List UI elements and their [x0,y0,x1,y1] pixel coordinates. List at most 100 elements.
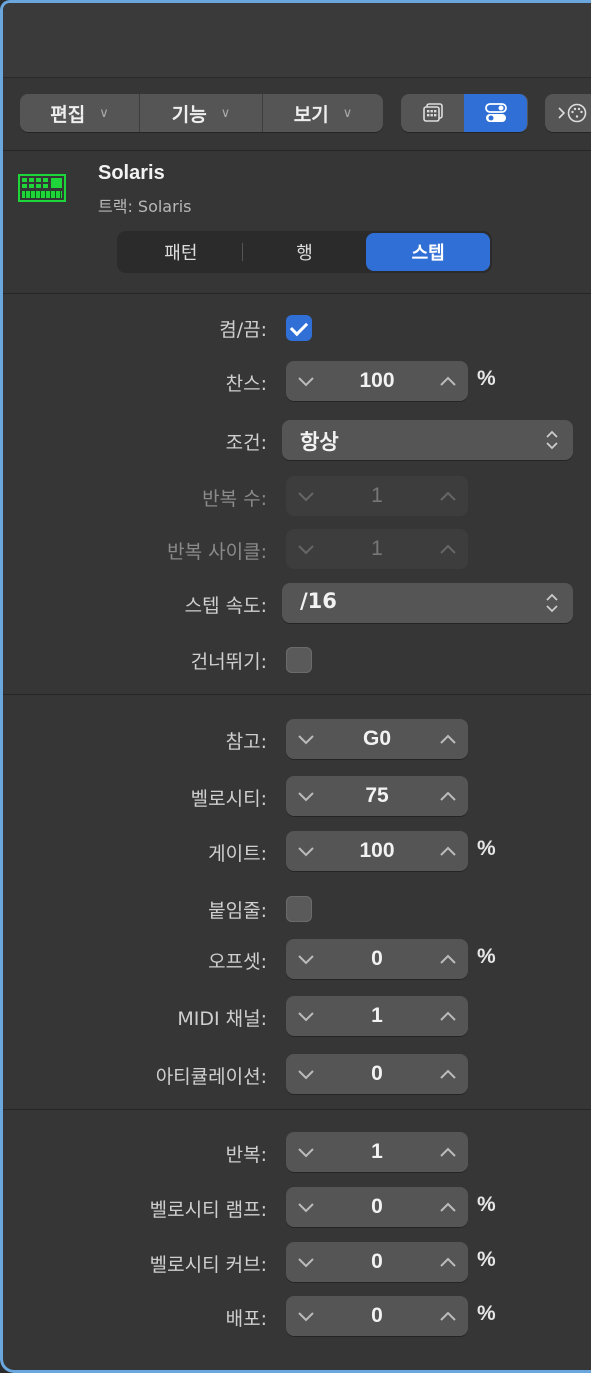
on-off-checkbox[interactable] [286,315,312,341]
decrement-button[interactable] [286,1054,326,1094]
chance-unit: % [477,367,496,390]
decrement-button[interactable] [286,1242,326,1282]
condition-value: 항상 [300,430,339,454]
inspector-toggle-button[interactable] [464,94,527,132]
repeat-row: 반복: 1 [3,1132,591,1172]
increment-button[interactable] [428,831,468,871]
track-name: Solaris [98,162,165,184]
tie-checkbox[interactable] [286,896,312,922]
decrement-button[interactable] [286,529,326,569]
condition-row: 조건: 항상 [3,420,591,460]
decrement-button[interactable] [286,831,326,871]
note-row: 참고: G0 [3,719,591,759]
increment-button[interactable] [428,1242,468,1282]
velocity-ramp-stepper[interactable]: 0 [286,1187,468,1227]
functions-menu[interactable]: 기능 ∨ [140,94,263,132]
chevron-down-icon [298,1312,314,1322]
decrement-button[interactable] [286,1187,326,1227]
decrement-button[interactable] [286,1132,326,1172]
decrement-button[interactable] [286,361,326,401]
gate-row: 게이트: 100 % [3,831,591,871]
velocity-curve-stepper[interactable]: 0 [286,1242,468,1282]
gate-unit: % [477,837,496,860]
grid-view-button[interactable] [401,94,464,132]
on-off-label: 켬/끔: [219,319,267,341]
chevron-down-icon: ∨ [99,105,109,121]
edit-menu[interactable]: 편집 ∨ [20,94,140,132]
increment-button[interactable] [428,529,468,569]
increment-button[interactable] [428,719,468,759]
repeat-cycle-row: 반복 사이클: 1 [3,529,591,569]
decrement-button[interactable] [286,996,326,1036]
offset-value: 0 [371,947,383,970]
spread-stepper[interactable]: 0 [286,1296,468,1336]
chevron-up-icon [440,376,456,386]
condition-popup[interactable]: 항상 [282,420,573,460]
chevron-up-icon [440,954,456,964]
midi-connector-icon [558,103,587,123]
articulation-row: 아티큘레이션: 0 [3,1054,591,1094]
chevron-down-icon: ∨ [342,105,353,121]
increment-button[interactable] [428,1187,468,1227]
gate-label: 게이트: [208,843,267,865]
midi-channel-label: MIDI 채널: [177,1008,267,1030]
decrement-button[interactable] [286,719,326,759]
decrement-button[interactable] [286,939,326,979]
chevron-down-icon [298,1148,314,1158]
chance-stepper[interactable]: 100 [286,361,468,401]
decrement-button[interactable] [286,476,326,516]
increment-button[interactable] [428,939,468,979]
velocity-ramp-value: 0 [371,1195,383,1218]
articulation-stepper[interactable]: 0 [286,1054,468,1094]
chevron-down-icon [298,792,314,802]
view-menu-label: 보기 [293,103,329,126]
note-stepper[interactable]: G0 [286,719,468,759]
menu-group: 편집 ∨ 기능 ∨ 보기 ∨ [20,94,383,132]
gate-value: 100 [359,839,395,862]
increment-button[interactable] [428,1132,468,1172]
track-header: Solaris 트랙: Solaris 패턴 행 스텝 [3,152,591,294]
skip-checkbox[interactable] [286,647,312,673]
up-down-chevron-icon [546,593,558,613]
repeat-stepper[interactable]: 1 [286,1132,468,1172]
increment-button[interactable] [428,996,468,1036]
decrement-button[interactable] [286,1296,326,1336]
offset-unit: % [477,945,496,968]
velocity-ramp-unit: % [477,1193,496,1216]
increment-button[interactable] [428,1054,468,1094]
velocity-curve-label: 벨로시티 커브: [149,1254,267,1276]
offset-stepper[interactable]: 0 [286,939,468,979]
increment-button[interactable] [428,776,468,816]
increment-button[interactable] [428,476,468,516]
chevron-down-icon [298,545,314,555]
decrement-button[interactable] [286,776,326,816]
chevron-down-icon [298,1258,314,1268]
velocity-label: 벨로시티: [190,788,267,810]
chance-row: 찬스: 100 % [3,361,591,401]
chevron-up-icon [440,1069,456,1079]
tab-row[interactable]: 행 [243,233,367,271]
tab-pattern[interactable]: 패턴 [119,233,243,271]
view-menu[interactable]: 보기 ∨ [263,94,383,132]
repeat-cycle-stepper[interactable]: 1 [286,529,468,569]
repeat-label: 반복: [225,1144,267,1166]
velocity-value: 75 [365,784,389,807]
title-bar [3,3,591,78]
tab-step[interactable]: 스텝 [366,233,491,271]
gate-stepper[interactable]: 100 [286,831,468,871]
velocity-stepper[interactable]: 75 [286,776,468,816]
repeat-count-stepper[interactable]: 1 [286,476,468,516]
chevron-down-icon: ∨ [220,105,231,121]
step-rate-popup[interactable]: /16 [282,583,573,623]
repeat-cycle-value: 1 [371,537,383,560]
increment-button[interactable] [428,1296,468,1336]
increment-button[interactable] [428,361,468,401]
chevron-up-icon [440,491,456,501]
chevron-down-icon [298,492,314,502]
repeat-count-value: 1 [371,484,383,507]
chevron-up-icon [440,1202,456,1212]
track-subtitle: 트랙: Solaris [98,197,192,216]
spread-value: 0 [371,1304,383,1327]
midi-channel-stepper[interactable]: 1 [286,996,468,1036]
midi-more-button[interactable] [545,94,591,132]
